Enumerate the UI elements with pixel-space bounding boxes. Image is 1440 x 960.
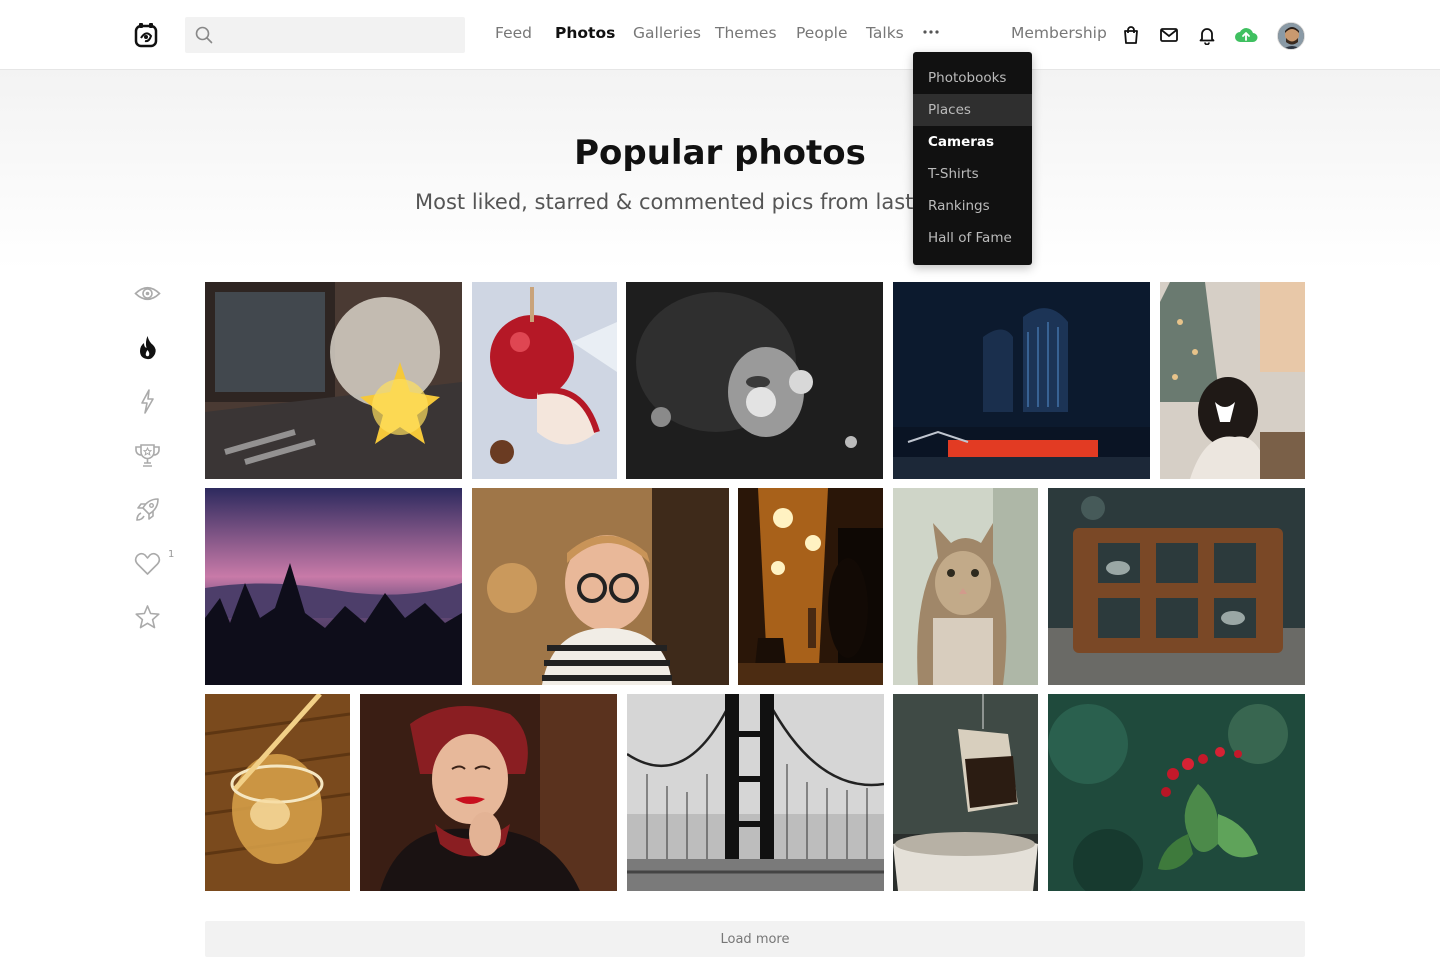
nav-membership[interactable]: Membership [1011,24,1107,42]
red-berries-photo[interactable] [1048,694,1305,891]
nav-galleries[interactable]: Galleries [633,24,701,42]
tea-bag-photo[interactable] [893,694,1038,891]
more-dots-icon[interactable] [922,28,940,36]
avatar[interactable] [1277,22,1305,50]
search-icon [195,26,213,44]
explosion-window-photo[interactable] [205,282,462,479]
star-icon[interactable] [134,604,161,631]
page-subtitle: Most liked, starred & commented pics fro… [415,190,914,214]
upload-cloud-icon[interactable] [1234,25,1258,45]
hero-section: Popular photos Most liked, starred & com… [0,70,1440,270]
search-input[interactable] [221,27,461,43]
rocket-icon[interactable] [134,496,161,523]
bw-portrait-photo[interactable] [626,282,883,479]
menu-item-places[interactable]: Places [913,94,1032,126]
heart-icon[interactable] [134,550,161,577]
mail-icon[interactable] [1159,25,1179,45]
heart-count-badge: 1 [168,549,175,560]
bridge-bw-photo[interactable] [627,694,884,891]
eye-icon[interactable] [134,280,161,307]
whiskey-glass-photo[interactable] [205,694,350,891]
nav-themes[interactable]: Themes [715,24,777,42]
nav-feed[interactable]: Feed [495,24,532,42]
nav-photos[interactable]: Photos [555,24,615,42]
pink-sunset-forest-photo[interactable] [205,488,462,685]
cat-looking-up-photo[interactable] [893,488,1038,685]
nav-talks[interactable]: Talks [866,24,904,42]
load-more-button[interactable]: Load more [205,921,1305,957]
boy-glasses-photo[interactable] [472,488,729,685]
woman-red-lips-photo[interactable] [360,694,617,891]
menu-item-rankings[interactable]: Rankings [913,190,1032,222]
nav-people[interactable]: People [796,24,848,42]
candy-apple-photo[interactable] [472,282,617,479]
christmas-tree-photo[interactable] [1160,282,1305,479]
toronto-sign-photo[interactable] [893,282,1150,479]
menu-item-hall-of-fame[interactable]: Hall of Fame [913,222,1032,254]
logo-icon[interactable] [134,22,158,48]
fire-icon[interactable] [134,334,161,361]
trophy-icon[interactable] [134,442,161,469]
menu-item-t-shirts[interactable]: T-Shirts [913,158,1032,190]
bell-icon[interactable] [1197,25,1217,45]
search-box[interactable] [185,17,465,53]
shopping-bag-icon[interactable] [1121,25,1141,45]
more-dropdown-menu: Photobooks Places Cameras T-Shirts Ranki… [913,52,1032,265]
night-street-photo[interactable] [738,488,883,685]
top-header: Feed Photos Galleries Themes People Talk… [0,0,1440,70]
page-title: Popular photos [574,133,866,173]
menu-item-photobooks[interactable]: Photobooks [913,62,1032,94]
user-avatar-image [1278,23,1304,49]
rusty-brick-photo[interactable] [1048,488,1305,685]
lightning-icon[interactable] [134,388,161,415]
menu-item-cameras[interactable]: Cameras [913,126,1032,158]
